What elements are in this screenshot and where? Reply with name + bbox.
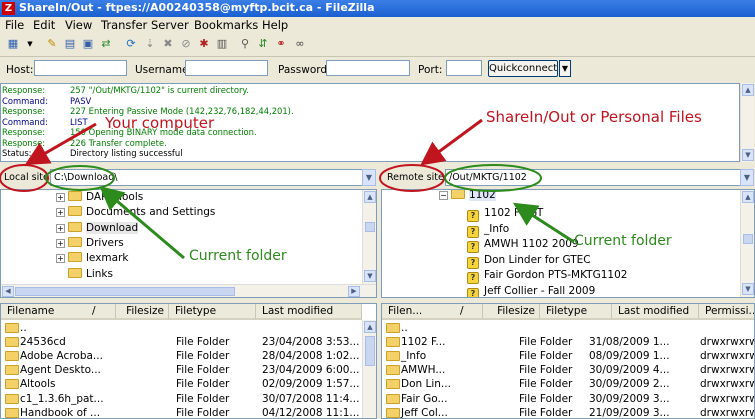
current-folder-local-arrow [99,186,185,260]
current-folder-remote-arrow [512,202,575,244]
local-site-highlight [0,164,49,192]
sharein-annotation: ShareIn/Out or Personal Files [486,108,702,126]
your-computer-annotation: Your computer [105,114,215,132]
annotation-overlay [0,118,575,260]
local-path-highlight [45,165,115,191]
current-folder-local-annotation: Current folder [189,248,287,264]
sharein-arrow [420,118,483,166]
remote-site-highlight [379,164,445,192]
remote-path-highlight [444,164,542,192]
your-computer-arrow [24,122,97,165]
current-folder-remote-annotation: Current folder [574,233,672,249]
